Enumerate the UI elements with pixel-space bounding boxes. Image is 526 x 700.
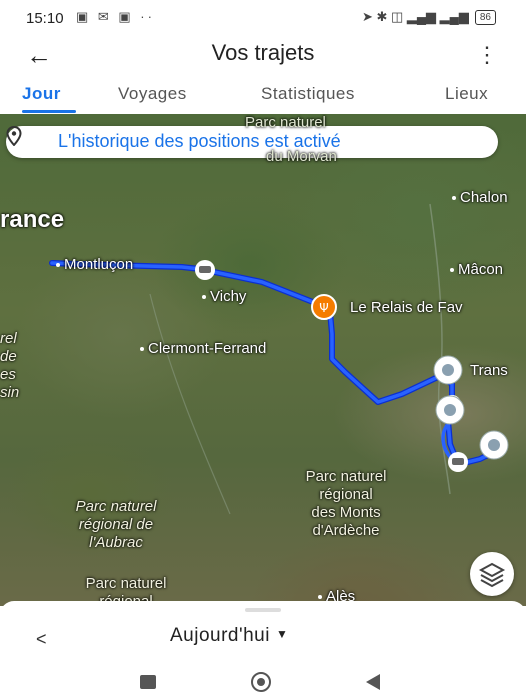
river-line <box>149 293 231 515</box>
location-pin-marker <box>433 355 463 385</box>
status-bar: 15:10 ▣ ✉ ▣ ·· ➤ ✱ ◫ ▂▄▆ ▂▄▆ 86 <box>0 0 526 36</box>
tab-indicator <box>22 110 76 113</box>
map-label-country: rance <box>0 206 65 233</box>
recents-button[interactable] <box>140 675 156 689</box>
bottom-sheet: < Aujourd'hui ▼ <box>0 601 526 663</box>
status-time: 15:10 <box>26 10 64 27</box>
map-label-city: Mâcon <box>450 261 503 278</box>
location-pin-icon <box>6 126 22 146</box>
tab-lieux[interactable]: Lieux <box>445 84 488 104</box>
layers-icon <box>478 562 506 588</box>
more-vert-icon[interactable]: ⋮ <box>476 42 498 68</box>
arrow-left-icon[interactable]: ← <box>26 40 52 71</box>
map-label-park: rel de es sin <box>0 330 20 401</box>
system-nav-bar <box>0 663 526 700</box>
tab-jour[interactable]: Jour <box>22 84 61 104</box>
map-label-city: Montluçon <box>56 256 133 273</box>
tab-bar: Jour Voyages Statistiques Lieux <box>0 80 526 114</box>
map-label-city: Chalon <box>452 189 508 206</box>
map-label: du Morvan <box>266 148 337 165</box>
car-stop-marker <box>448 452 468 472</box>
day-selector[interactable]: Aujourd'hui ▼ <box>170 625 288 647</box>
map-label: Parc naturel <box>245 114 326 131</box>
app-bar: Vos trajets ← ⋮ <box>0 36 526 78</box>
restaurant-marker: Ψ <box>311 294 337 320</box>
system-icons: ➤ ✱ ◫ ▂▄▆ ▂▄▆ 86 <box>362 9 496 25</box>
route-line <box>50 261 502 466</box>
map-label-city: Vichy <box>202 288 246 305</box>
map-label-park: Parc naturel régional de l'Aubrac <box>75 498 157 551</box>
tab-voyages[interactable]: Voyages <box>118 84 187 104</box>
tab-statistiques[interactable]: Statistiques <box>261 84 355 104</box>
home-button[interactable] <box>251 672 271 692</box>
day-selector-label: Aujourd'hui <box>170 625 270 646</box>
caret-down-icon: ▼ <box>275 627 289 641</box>
battery-icon: 86 <box>474 9 496 25</box>
map-label-place: Trans <box>470 362 508 379</box>
back-button[interactable] <box>366 674 380 690</box>
signal-icons: ➤ ✱ ◫ ▂▄▆ ▂▄▆ <box>361 9 469 24</box>
location-pin-marker <box>435 395 465 425</box>
svg-text:Ψ: Ψ <box>319 301 328 315</box>
layers-button[interactable] <box>470 552 514 596</box>
chevron-left-icon[interactable]: < <box>36 629 47 650</box>
route-line-outline <box>49 260 503 467</box>
car-stop-marker <box>195 260 215 280</box>
map-label-park: Parc naturel régional des Monts d'Ardèch… <box>305 468 387 539</box>
map-label-city: Clermont-Ferrand <box>140 340 266 357</box>
drag-handle[interactable] <box>245 608 281 612</box>
map-label-place: Le Relais de Fav <box>350 299 463 316</box>
location-pin-marker <box>479 430 509 460</box>
map-view[interactable]: Ψ L'historique des positions est activé … <box>0 114 526 606</box>
page-title: Vos trajets <box>211 40 315 65</box>
notification-icons: ▣ ✉ ▣ ·· <box>76 9 155 24</box>
